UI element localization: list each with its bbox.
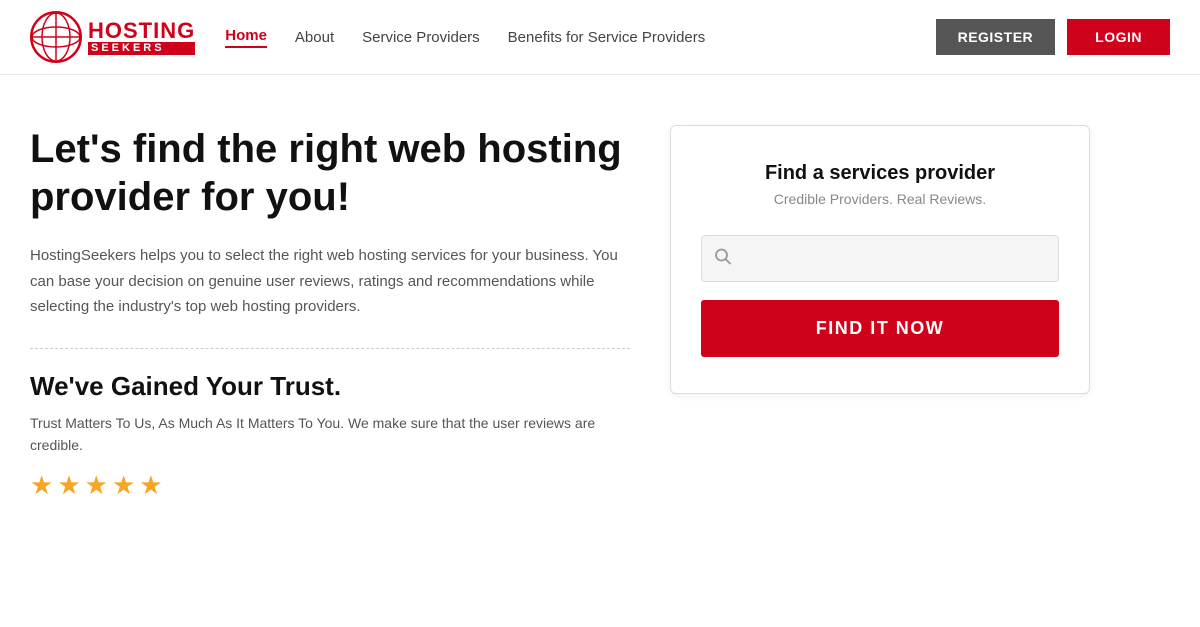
card-subtitle: Credible Providers. Real Reviews. <box>701 191 1059 207</box>
star-4: ★ <box>112 470 135 501</box>
logo[interactable]: HOSTING SEEKERS <box>30 11 195 63</box>
left-section: Let's find the right web hosting provide… <box>30 125 630 501</box>
logo-seekers-text: SEEKERS <box>88 42 195 55</box>
nav-about[interactable]: About <box>295 29 334 46</box>
logo-hosting-text: HOSTING <box>88 20 195 42</box>
nav-home[interactable]: Home <box>225 27 267 48</box>
search-icon <box>715 248 731 269</box>
login-button[interactable]: LOGIN <box>1067 19 1170 55</box>
hero-description: HostingSeekers helps you to select the r… <box>30 243 630 320</box>
search-input-wrapper <box>701 235 1059 282</box>
search-card: Find a services provider Credible Provid… <box>670 125 1090 394</box>
star-2: ★ <box>57 470 80 501</box>
trust-description: Trust Matters To Us, As Much As It Matte… <box>30 412 630 457</box>
star-3: ★ <box>85 470 108 501</box>
star-5: ★ <box>139 470 162 501</box>
find-it-now-button[interactable]: FIND IT NOW <box>701 300 1059 357</box>
globe-icon <box>30 11 82 63</box>
main-content: Let's find the right web hosting provide… <box>0 75 1200 531</box>
search-input[interactable] <box>701 235 1059 282</box>
nav-service-providers[interactable]: Service Providers <box>362 29 480 46</box>
register-button[interactable]: REGISTER <box>936 19 1056 55</box>
section-divider <box>30 348 630 349</box>
hero-title: Let's find the right web hosting provide… <box>30 125 630 221</box>
card-title: Find a services provider <box>701 162 1059 185</box>
star-1: ★ <box>30 470 53 501</box>
nav-buttons: REGISTER LOGIN <box>936 19 1170 55</box>
right-section: Find a services provider Credible Provid… <box>670 125 1090 501</box>
nav-links: Home About Service Providers Benefits fo… <box>225 27 935 48</box>
nav-benefits[interactable]: Benefits for Service Providers <box>508 29 706 46</box>
navbar: HOSTING SEEKERS Home About Service Provi… <box>0 0 1200 75</box>
trust-title: We've Gained Your Trust. <box>30 371 630 402</box>
star-rating: ★ ★ ★ ★ ★ <box>30 470 630 501</box>
